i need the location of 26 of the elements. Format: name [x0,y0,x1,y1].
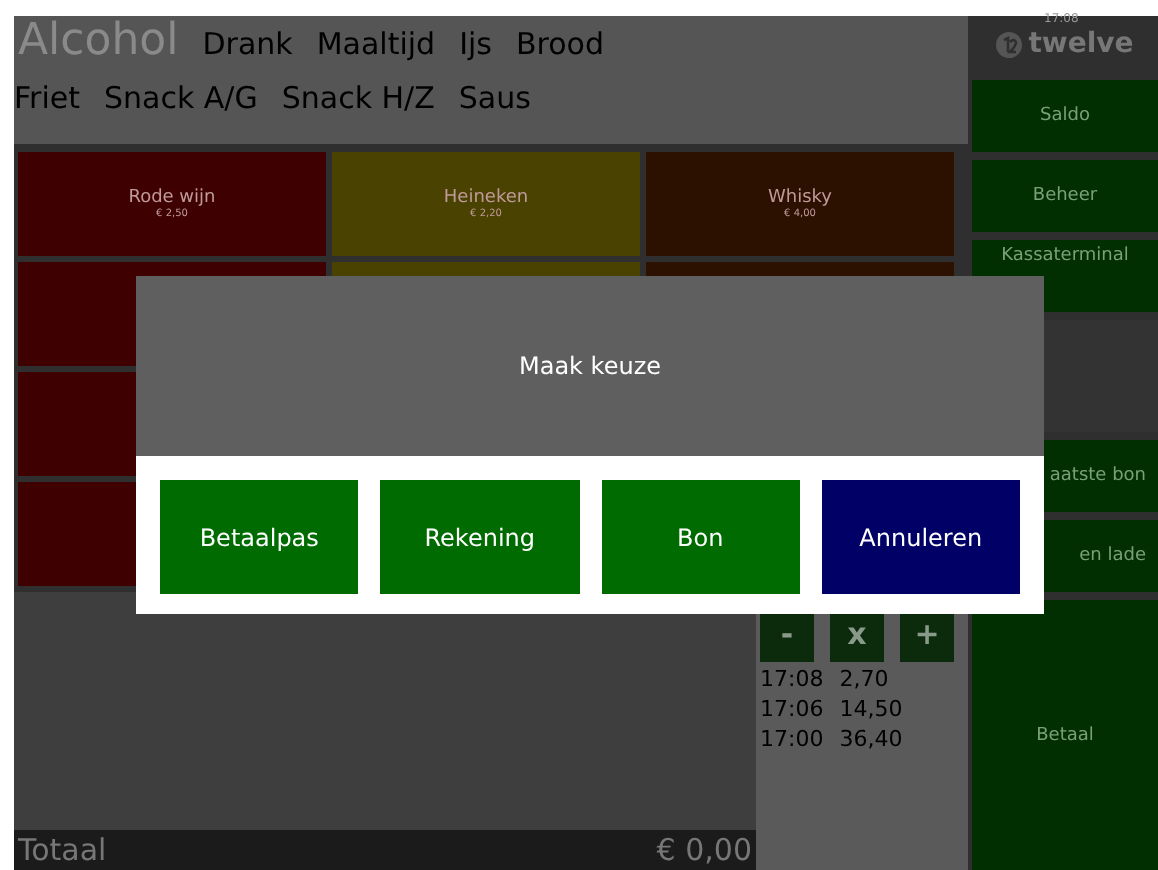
dialog-button[interactable]: Betaalpas [160,480,359,594]
side-button[interactable]: Betaal [972,600,1158,870]
logo-text: twelve [1028,28,1134,60]
category-tab[interactable]: Friet [14,80,80,116]
total-amount: € 0,00 [656,832,752,868]
receipt-amount: 2,70 [839,666,889,692]
receipt-amount: 14,50 [839,696,903,722]
receipt-time: 17:06 [760,696,824,722]
side-button[interactable]: Saldo [972,80,1158,152]
category-tab[interactable]: Maaltijd [316,26,436,62]
receipt-time: 17:08 [760,666,824,692]
dialog-button[interactable]: Rekening [380,480,579,594]
category-tab[interactable]: Ijs [459,26,492,62]
category-tab[interactable]: Brood [515,26,604,62]
dialog-button[interactable]: Bon [601,480,800,594]
side-button[interactable]: Beheer [972,160,1158,232]
dialog-title: Maak keuze [518,352,661,380]
receipt-amount: 36,40 [839,726,903,752]
category-tab[interactable]: Drank [202,26,293,62]
category-tab[interactable]: Snack A/G [103,80,258,116]
total-label: Totaal [18,832,107,868]
category-tab[interactable]: Saus [458,80,531,116]
dialog-button[interactable]: Annuleren [821,480,1020,594]
logo-icon [996,31,1023,57]
receipt-time: 17:00 [760,726,824,752]
category-tab[interactable]: Snack H/Z [281,80,435,116]
